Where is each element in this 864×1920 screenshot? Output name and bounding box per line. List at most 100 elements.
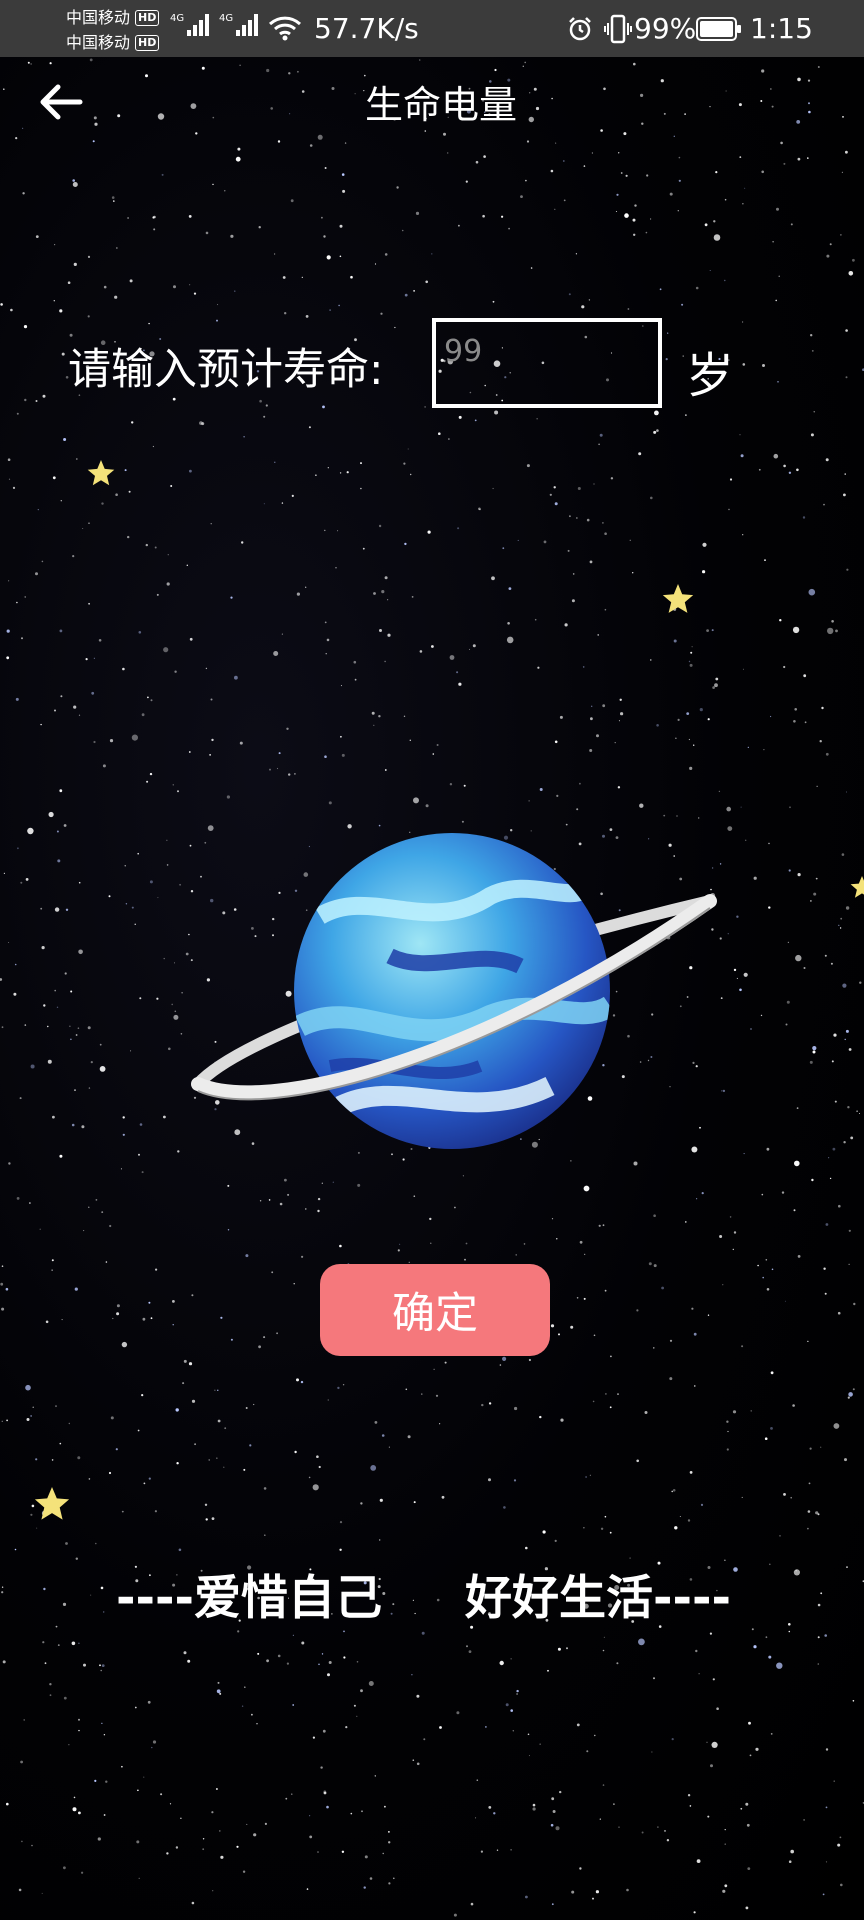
star-dot (14, 1548, 17, 1551)
star-dot (384, 253, 388, 256)
star-dot (488, 1478, 491, 1482)
star-dot (56, 1006, 59, 1008)
star-dot (224, 1427, 227, 1430)
star-dot (339, 472, 342, 474)
star-dot (558, 1333, 560, 1336)
star-dot (103, 1814, 106, 1816)
star-dot (23, 325, 28, 329)
star-dot (1, 1026, 4, 1029)
star-dot (8, 1162, 11, 1165)
star-dot (638, 1638, 645, 1646)
star-dot (125, 903, 128, 905)
star-dot (340, 735, 342, 738)
star-dot (195, 132, 198, 135)
star-dot (584, 1253, 586, 1255)
star-dot (841, 853, 845, 856)
star-dot (636, 1309, 639, 1312)
yellow-star-icon (662, 584, 694, 613)
star-dot (653, 1677, 655, 1680)
star-dot (672, 1489, 676, 1492)
star-dot (145, 543, 148, 547)
star-dot (739, 434, 741, 436)
star-dot (653, 430, 657, 434)
star-dot (328, 1661, 332, 1664)
star-dot (49, 1694, 52, 1697)
star-dot (516, 1689, 519, 1693)
star-dot (733, 1231, 737, 1234)
star-dot (88, 522, 90, 524)
star-dot (852, 1388, 855, 1391)
star-dot (790, 223, 793, 226)
star-dot (323, 1791, 327, 1795)
star-dot (775, 299, 777, 302)
star-dot (212, 183, 214, 186)
star-dot (327, 467, 329, 469)
star-dot (551, 1903, 554, 1906)
star-dot (844, 1038, 846, 1041)
star-dot (722, 1089, 726, 1093)
star-dot (27, 61, 30, 64)
star-dot (769, 1563, 771, 1566)
star-dot (742, 203, 744, 205)
star-dot (326, 638, 330, 642)
star-dot (105, 1780, 108, 1783)
star-dot (427, 530, 431, 534)
star-dot (852, 1700, 855, 1702)
lifespan-input[interactable] (432, 318, 662, 408)
star-dot (101, 1722, 103, 1724)
star-dot (388, 1446, 390, 1448)
star-dot (820, 1592, 823, 1595)
star-dot (23, 1719, 26, 1721)
star-dot (581, 305, 585, 309)
star-dot (551, 1218, 554, 1220)
star-dot (384, 769, 387, 771)
star-dot (241, 541, 244, 544)
star-dot (68, 1744, 70, 1746)
star-dot (536, 418, 538, 420)
star-dot (212, 1890, 214, 1892)
star-dot (35, 400, 38, 402)
star-dot (21, 637, 23, 640)
star-dot (234, 675, 238, 680)
star-dot (633, 233, 636, 236)
star-dot (478, 507, 481, 511)
star-dot (794, 708, 797, 711)
star-dot (263, 1336, 266, 1339)
star-dot (524, 61, 526, 64)
star-dot (617, 786, 621, 789)
star-dot (825, 752, 829, 756)
star-dot (592, 1897, 594, 1900)
star-dot (742, 534, 744, 536)
confirm-button[interactable]: 确定 (320, 1264, 550, 1356)
star-dot (740, 454, 744, 458)
star-dot (124, 469, 127, 472)
star-dot (354, 678, 357, 681)
star-dot (520, 195, 523, 199)
star-dot (274, 461, 276, 463)
signal-icon: 4G (170, 14, 210, 36)
star-dot (845, 906, 850, 910)
star-dot (659, 288, 662, 291)
star-dot (599, 433, 603, 437)
star-dot (827, 627, 834, 635)
star-dot (847, 1106, 850, 1109)
star-dot (781, 1191, 785, 1194)
star-dot (600, 1527, 604, 1531)
star-dot (722, 1889, 726, 1893)
star-dot (407, 448, 409, 450)
star-dot (114, 295, 118, 299)
star-dot (456, 671, 459, 674)
star-dot (324, 621, 327, 624)
star-dot (315, 474, 317, 477)
star-dot (183, 1651, 187, 1655)
star-dot (57, 1644, 60, 1646)
star-dot (475, 160, 479, 164)
star-dot (482, 214, 485, 218)
star-dot (339, 255, 342, 258)
star-dot (747, 1867, 751, 1870)
star-dot (783, 464, 786, 468)
star-dot (602, 522, 604, 524)
star-dot (850, 1136, 854, 1140)
star-dot (122, 1116, 125, 1119)
star-dot (71, 1123, 75, 1127)
